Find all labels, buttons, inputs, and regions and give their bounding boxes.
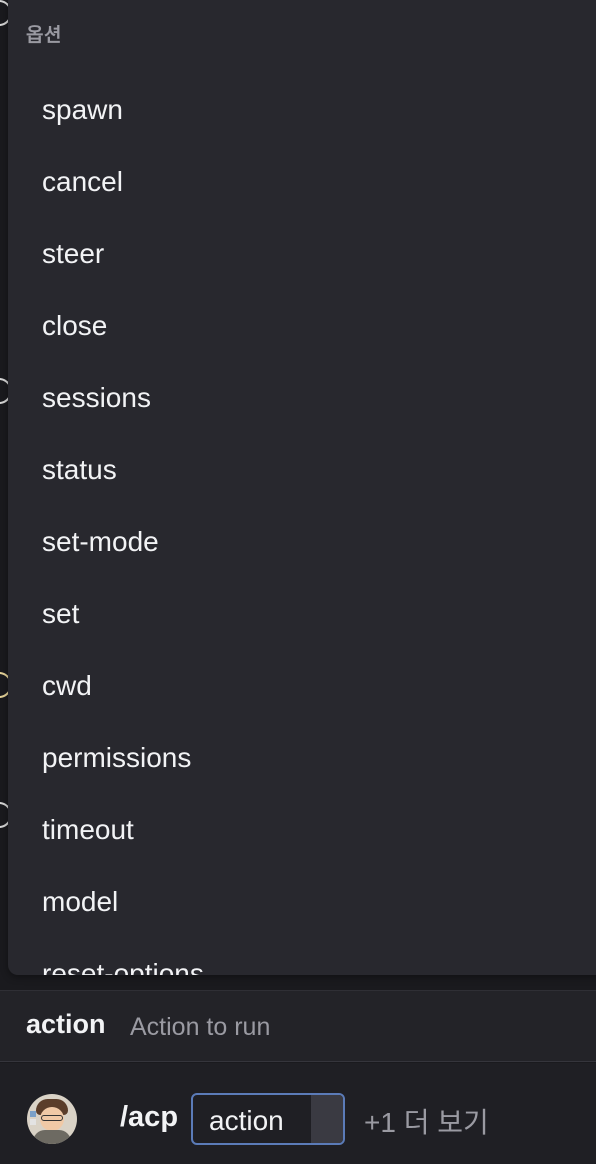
options-header: 옵션: [26, 25, 62, 46]
option-model[interactable]: model: [8, 866, 596, 938]
avatar-body: [33, 1130, 71, 1144]
avatar-decoration: [30, 1111, 36, 1117]
parameter-hint-bar: action Action to run: [0, 990, 596, 1062]
parameter-name: action: [26, 1009, 106, 1039]
option-timeout[interactable]: timeout: [8, 794, 596, 866]
option-spawn[interactable]: spawn: [8, 74, 596, 146]
argument-value-field[interactable]: [311, 1095, 343, 1143]
option-permissions[interactable]: permissions: [8, 722, 596, 794]
option-set-mode[interactable]: set-mode: [8, 506, 596, 578]
avatar-decoration: [30, 1119, 36, 1125]
options-list: spawn cancel steer close sessions status…: [8, 74, 596, 975]
option-steer[interactable]: steer: [8, 218, 596, 290]
app-window: 옵션 spawn cancel steer close sessions sta…: [0, 0, 596, 1164]
user-avatar[interactable]: [27, 1094, 77, 1144]
option-status[interactable]: status: [8, 434, 596, 506]
option-cancel[interactable]: cancel: [8, 146, 596, 218]
message-composer: /acp action +1 더 보기: [0, 1063, 596, 1164]
slash-command: /acp: [120, 1101, 179, 1133]
more-options-button[interactable]: +1 더 보기: [364, 1101, 489, 1141]
argument-chip-action[interactable]: action: [191, 1093, 345, 1145]
parameter-description: Action to run: [130, 1013, 271, 1041]
options-dropdown: 옵션 spawn cancel steer close sessions sta…: [8, 0, 596, 975]
option-sessions[interactable]: sessions: [8, 362, 596, 434]
option-reset-options[interactable]: reset-options: [8, 938, 596, 975]
option-close[interactable]: close: [8, 290, 596, 362]
argument-chip-label: action: [209, 1105, 284, 1136]
avatar-glasses: [41, 1115, 63, 1121]
option-set[interactable]: set: [8, 578, 596, 650]
option-cwd[interactable]: cwd: [8, 650, 596, 722]
